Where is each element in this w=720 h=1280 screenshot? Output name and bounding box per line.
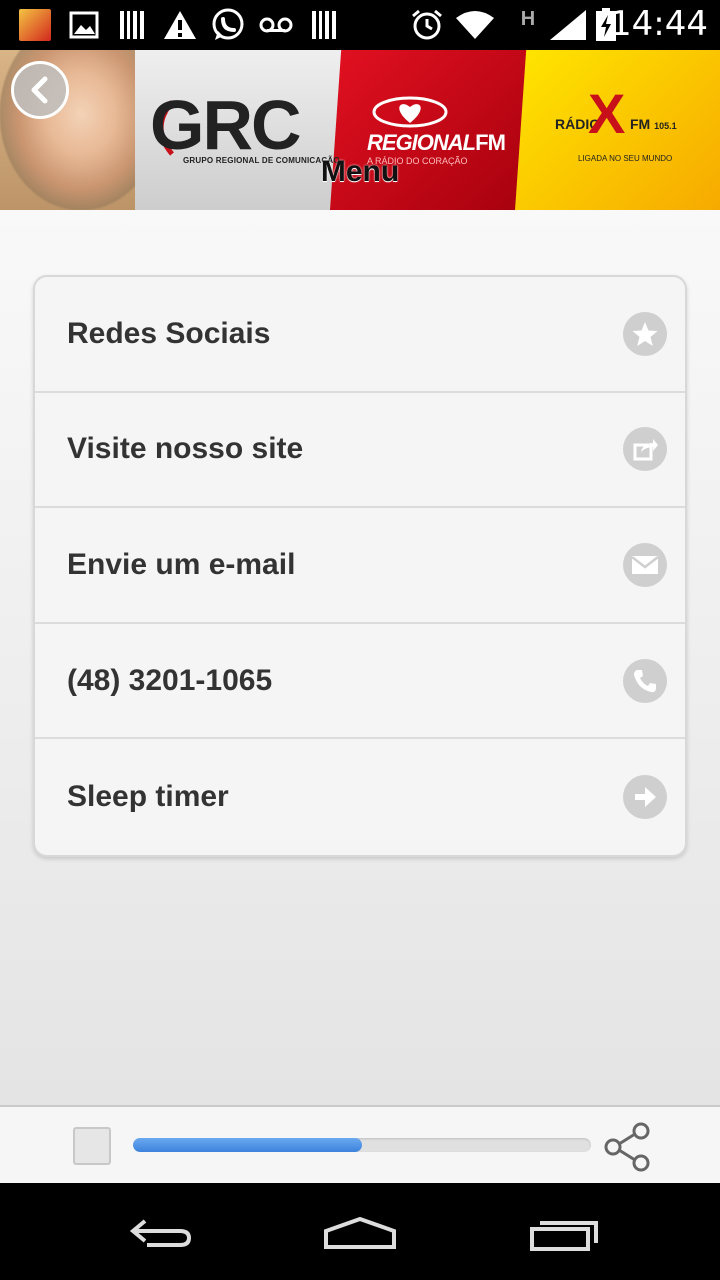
- arrow-right-icon: [623, 775, 667, 820]
- menu-item-redes-sociais[interactable]: Redes Sociais: [35, 277, 685, 393]
- nav-recents-button[interactable]: [522, 1208, 602, 1258]
- phone-icon: [623, 658, 667, 703]
- menu-list: Redes Sociais Visite nosso site Envie um…: [33, 275, 687, 857]
- heart-icon: [372, 96, 448, 128]
- status-bar: H 14:44: [0, 0, 720, 50]
- star-icon: [623, 311, 667, 356]
- menu-item-label: Sleep timer: [67, 780, 229, 814]
- menu-item-visite-site[interactable]: Visite nosso site: [35, 393, 685, 509]
- nav-home-button[interactable]: [320, 1208, 400, 1258]
- navigation-bar: [0, 1183, 720, 1280]
- menu-item-label: (48) 3201-1065: [67, 663, 273, 697]
- share-button[interactable]: [600, 1119, 656, 1175]
- mail-icon: [623, 542, 667, 587]
- wifi-icon: [455, 8, 495, 42]
- chevron-left-icon: [31, 76, 48, 104]
- whatsapp-icon: [210, 8, 246, 42]
- back-arrow-icon: [129, 1219, 192, 1247]
- alarm-icon: [410, 8, 444, 42]
- image-icon: [68, 8, 100, 42]
- page-title: Menu: [320, 155, 400, 188]
- app-thumbnail-icon: [18, 8, 52, 42]
- h-network-icon: H: [520, 7, 536, 30]
- menu-item-label: Envie um e-mail: [67, 547, 296, 581]
- barcode-icon: [118, 8, 146, 42]
- header-banner: GRC GRUPO REGIONAL DE COMUNICAÇÃO REGION…: [0, 50, 720, 210]
- clock: 14:44: [610, 4, 708, 44]
- menu-item-phone[interactable]: (48) 3201-1065: [35, 624, 685, 740]
- regional-fm-logo: REGIONALFM: [367, 130, 506, 155]
- playback-progress-bar[interactable]: [133, 1138, 591, 1152]
- menu-item-label: Redes Sociais: [67, 316, 271, 350]
- signal-icon: [548, 8, 588, 42]
- menu-item-label: Visite nosso site: [67, 432, 304, 466]
- recent-apps-icon: [530, 1221, 598, 1251]
- share-external-icon: [623, 427, 667, 472]
- radio-x-fm: FM 105.1: [630, 116, 677, 132]
- nav-back-button[interactable]: [120, 1208, 200, 1258]
- progress-fill: [133, 1138, 362, 1152]
- home-icon: [324, 1216, 396, 1249]
- menu-item-sleep-timer[interactable]: Sleep timer: [35, 739, 685, 855]
- grc-logo: GRC: [150, 86, 302, 164]
- stop-button[interactable]: [73, 1127, 111, 1165]
- radio-x-logo: X: [588, 82, 626, 145]
- back-button[interactable]: [11, 61, 69, 119]
- content-area: Redes Sociais Visite nosso site Envie um…: [0, 210, 720, 1105]
- share-icon: [604, 1122, 650, 1172]
- player-bar: [0, 1105, 720, 1183]
- barcode-icon: [310, 8, 338, 42]
- voicemail-icon: [258, 8, 294, 42]
- warning-icon: [162, 8, 198, 42]
- menu-item-email[interactable]: Envie um e-mail: [35, 508, 685, 624]
